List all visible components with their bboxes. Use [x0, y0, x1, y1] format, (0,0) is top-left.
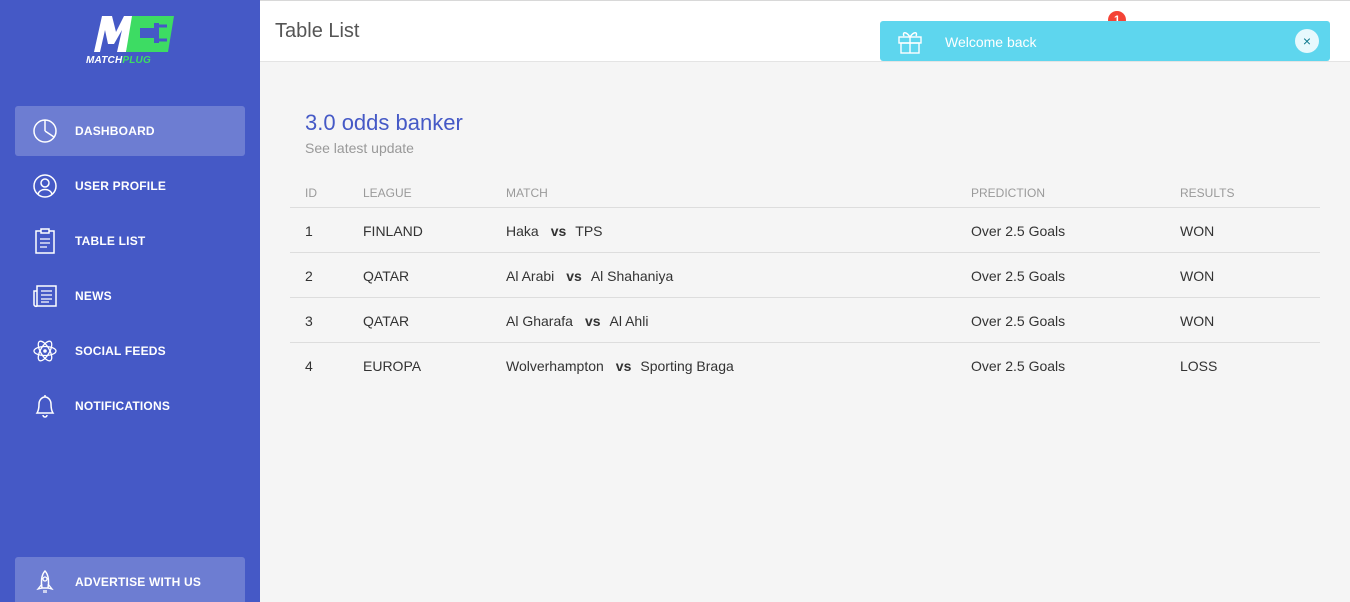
cell-match: Haka vs TPS: [506, 223, 603, 239]
cell-result: WON: [1180, 268, 1215, 284]
column-header-match: MATCH: [506, 186, 548, 200]
sidebar-item-label: NEWS: [75, 289, 112, 303]
sidebar-item-label: ADVERTISE WITH US: [75, 575, 202, 589]
sidebar-item-social-feeds[interactable]: SOCIAL FEEDS: [15, 326, 245, 376]
cell-result: WON: [1180, 223, 1215, 239]
cell-match: Wolverhampton vs Sporting Braga: [506, 358, 734, 374]
sidebar-item-label: USER PROFILE: [75, 179, 167, 193]
vs-label: vs: [584, 313, 601, 329]
table-header: ID LEAGUE MATCH PREDICTION RESULTS: [290, 178, 1320, 208]
home-team: Haka: [506, 223, 539, 239]
cell-result: LOSS: [1180, 358, 1218, 374]
sidebar-item-label: TABLE LIST: [75, 234, 146, 248]
vs-label: vs: [615, 358, 632, 374]
cell-id: 1: [305, 223, 313, 239]
welcome-toast: Welcome back ×: [880, 21, 1330, 61]
away-team: Al Ahli: [609, 313, 649, 329]
table-row: 4 EUROPA Wolverhampton vs Sporting Braga O…: [290, 343, 1320, 388]
predictions-table: ID LEAGUE MATCH PREDICTION RESULTS 1 FIN…: [290, 178, 1320, 388]
sidebar-item-user-profile[interactable]: USER PROFILE: [15, 161, 245, 211]
card-title: 3.0 odds banker: [305, 110, 463, 135]
sidebar-item-table-list[interactable]: TABLE LIST: [15, 216, 245, 266]
user-icon: [31, 173, 59, 199]
cell-prediction: Over 2.5 Goals: [971, 313, 1066, 329]
column-header-league: LEAGUE: [363, 186, 412, 200]
sidebar-item-label: SOCIAL FEEDS: [75, 344, 166, 358]
away-team: Al Shahaniya: [590, 268, 674, 284]
away-team: TPS: [575, 223, 603, 239]
cell-result: WON: [1180, 313, 1215, 329]
newspaper-icon: [31, 283, 59, 309]
column-header-results: RESULTS: [1180, 186, 1235, 200]
vs-label: vs: [550, 223, 567, 239]
table-row: 3 QATAR Al Gharafa vs Al Ahli Over 2.5 Goa…: [290, 298, 1320, 343]
cell-league: EUROPA: [363, 358, 422, 374]
home-team: Al Gharafa: [506, 313, 573, 329]
cell-match: Al Gharafa vs Al Ahli: [506, 313, 648, 329]
cell-match: Al Arabi vs Al Shahaniya: [506, 268, 673, 284]
table-row: 1 FINLAND Haka vs TPS Over 2.5 Goals WON: [290, 208, 1320, 253]
clipboard-icon: [31, 228, 59, 254]
toast-message: Welcome back: [945, 34, 1037, 50]
table-row: 2 QATAR Al Arabi vs Al Shahaniya Over 2.5 …: [290, 253, 1320, 298]
column-header-id: ID: [305, 186, 317, 200]
logo-wordmark: MATCHPLUG: [86, 55, 151, 66]
pie-chart-icon: [31, 118, 59, 144]
cell-id: 4: [305, 358, 313, 374]
advertise-with-us-button[interactable]: ADVERTISE WITH US: [15, 557, 245, 602]
page-title: Table List: [275, 20, 360, 42]
cell-id: 2: [305, 268, 313, 284]
sidebar-item-label: NOTIFICATIONS: [75, 399, 171, 413]
home-team: Al Arabi: [506, 268, 555, 284]
vs-label: vs: [566, 268, 582, 284]
cell-league: QATAR: [363, 313, 410, 329]
gift-icon: [896, 27, 924, 55]
cell-prediction: Over 2.5 Goals: [971, 358, 1066, 374]
bell-icon: [31, 393, 59, 419]
sidebar-item-notifications[interactable]: NOTIFICATIONS: [15, 381, 245, 431]
rocket-icon: [31, 569, 59, 595]
cell-league: FINLAND: [363, 223, 423, 239]
atom-icon: [31, 338, 59, 364]
card-subtitle: See latest update: [305, 140, 414, 156]
cell-prediction: Over 2.5 Goals: [971, 223, 1066, 239]
column-header-prediction: PREDICTION: [971, 186, 1046, 200]
toast-close-button[interactable]: ×: [1295, 29, 1319, 53]
home-team: Wolverhampton: [506, 358, 604, 374]
sidebar: MATCHPLUG DASHBOARD USER PROFILE TABLE L…: [0, 0, 260, 602]
cell-league: QATAR: [363, 268, 410, 284]
cell-prediction: Over 2.5 Goals: [971, 268, 1066, 284]
sidebar-item-news[interactable]: NEWS: [15, 271, 245, 321]
cell-id: 3: [305, 313, 313, 329]
sidebar-item-label: DASHBOARD: [75, 124, 155, 138]
sidebar-item-dashboard[interactable]: DASHBOARD: [15, 106, 245, 156]
away-team: Sporting Braga: [640, 358, 734, 374]
